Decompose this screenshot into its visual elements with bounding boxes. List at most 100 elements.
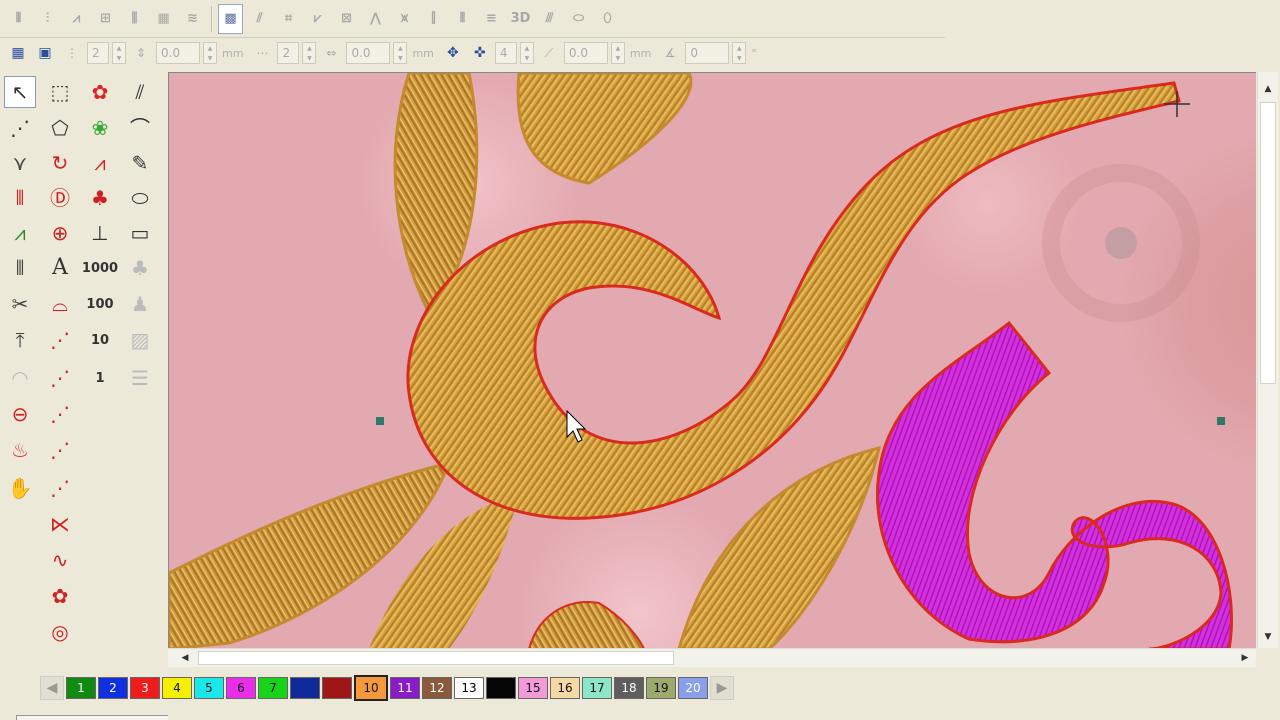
scroll-down-icon[interactable]: ▼ — [1259, 628, 1277, 646]
color-swatch-4[interactable]: 4 — [162, 677, 192, 699]
motif-run-icon[interactable]: ⋰ — [44, 472, 76, 504]
pattern-11-icon[interactable]: ⬭ — [566, 4, 591, 34]
reshape-icon[interactable]: ⬚ — [44, 76, 76, 108]
color-swatch-1[interactable]: 1 — [66, 677, 96, 699]
text-tool[interactable]: A — [44, 252, 76, 284]
stitch-cut-icon[interactable]: ⦀ — [4, 252, 36, 284]
flower-red-icon[interactable]: ✿ — [84, 76, 116, 108]
color-swatch-13[interactable]: 13 — [454, 677, 484, 699]
scale-1-tool[interactable]: 1 — [84, 362, 116, 394]
globe-icon[interactable]: ⊕ — [44, 217, 76, 249]
stitch-type-2-icon[interactable]: ⫶ — [35, 4, 60, 34]
horizontal-scrollbar[interactable]: ◀ ▶ — [168, 648, 1256, 667]
needle-icon[interactable]: ⊥ — [84, 217, 116, 249]
color-swatch-18[interactable]: 18 — [614, 677, 644, 699]
rotate-icon[interactable]: ↻ — [44, 147, 76, 179]
horizontal-scroll-thumb[interactable] — [198, 651, 674, 665]
color-swatch-7[interactable]: 7 — [258, 677, 288, 699]
run-count-spinner[interactable]: ▲ ▼ — [302, 42, 317, 64]
color-swatch-14[interactable]: 14 — [486, 677, 516, 699]
wave-run-icon[interactable]: ∿ — [44, 544, 76, 576]
color-swatch-16[interactable]: 16 — [550, 677, 580, 699]
move-all-icon[interactable]: ✜ — [468, 42, 492, 64]
color-swatch-3[interactable]: 3 — [130, 677, 160, 699]
triple-run-icon[interactable]: ⋰ — [44, 398, 76, 430]
color-swatch-17[interactable]: 17 — [582, 677, 612, 699]
selection-handle-right[interactable] — [1217, 417, 1225, 425]
hatch-icon[interactable]: ⫽ — [124, 76, 156, 108]
split-icon[interactable]: ⋎ — [4, 147, 36, 179]
run-stitch-icon[interactable]: ⋰ — [44, 362, 76, 394]
vertical-scrollbar[interactable]: ▲ ▼ — [1257, 72, 1278, 648]
grid-blue-icon[interactable]: ▦ — [6, 42, 30, 64]
stitch-type-5-icon[interactable]: ⫼ — [122, 4, 147, 34]
color-swatch-2[interactable]: 2 — [98, 677, 128, 699]
run-count-field[interactable]: 2 — [277, 42, 300, 64]
angle-field[interactable]: 0 — [685, 42, 730, 64]
flower-run-icon[interactable]: ✿ — [44, 580, 76, 612]
stitch-type-1-icon[interactable]: ⫴ — [6, 4, 31, 34]
run-length-spinner[interactable]: ▲ ▼ — [393, 42, 408, 64]
color-swatch-15[interactable]: 15 — [518, 677, 548, 699]
pattern-6-icon[interactable]: ⩙ — [392, 4, 417, 34]
grid-fill-icon[interactable]: ▦ — [151, 4, 176, 34]
density-field[interactable]: 2 — [87, 42, 109, 64]
offset-count-field[interactable]: 4 — [494, 42, 517, 64]
grid-blue-2-icon[interactable]: ▣ — [33, 42, 57, 64]
move-icon[interactable]: ✥ — [441, 42, 465, 64]
line-dots-icon[interactable]: ⋰ — [44, 324, 76, 356]
offset-count-spinner[interactable]: ▲ ▼ — [519, 42, 534, 64]
color-swatch-10[interactable]: 10 — [354, 675, 388, 701]
color-stitch-icon[interactable]: ⩘ — [4, 217, 36, 249]
design-canvas[interactable] — [168, 72, 1256, 648]
hand-icon[interactable]: ✋ — [4, 472, 36, 504]
ellipse-icon[interactable]: ⬭ — [124, 182, 156, 214]
align-icon[interactable]: ⤒ — [4, 324, 36, 356]
target-icon[interactable]: ◎ — [44, 616, 76, 648]
run-length-field[interactable]: 0.0 — [346, 42, 391, 64]
pattern-2-icon[interactable]: ⌗ — [276, 4, 301, 34]
spacing-field[interactable]: 0.0 — [156, 42, 200, 64]
scale-1000-tool[interactable]: 1000 — [82, 252, 118, 284]
stitch-edit-icon[interactable]: ⫴ — [4, 182, 36, 214]
stitch-type-4-icon[interactable]: ⊞ — [93, 4, 118, 34]
offset-field[interactable]: 0.0 — [563, 42, 608, 64]
color-swatch-11[interactable]: 11 — [390, 677, 420, 699]
scroll-left-icon[interactable]: ◀ — [176, 649, 194, 667]
angle-spinner[interactable]: ▲ ▼ — [732, 42, 747, 64]
scissors-icon[interactable]: ✂ — [4, 288, 36, 320]
selection-handle-left[interactable] — [376, 417, 384, 425]
scroll-right-icon[interactable]: ▶ — [1236, 649, 1254, 667]
spacing-spinner[interactable]: ▲ ▼ — [203, 42, 217, 64]
edit-icon[interactable]: ✎ — [124, 147, 156, 179]
node-edit-icon[interactable]: ⋰ — [4, 112, 36, 144]
paint-icon[interactable]: ♨ — [4, 434, 36, 466]
pattern-4-icon[interactable]: ⊠ — [334, 4, 359, 34]
pattern-7-icon[interactable]: ⫿ — [421, 4, 446, 34]
select-arrow-icon[interactable]: ↖ — [4, 76, 36, 108]
stitch-type-3-icon[interactable]: ⩘ — [64, 4, 89, 34]
pattern-12-icon[interactable]: ⬯ — [595, 4, 620, 34]
density-spinner[interactable]: ▲ ▼ — [112, 42, 126, 64]
pattern-8-icon[interactable]: ⦀ — [450, 4, 475, 34]
pattern-9-icon[interactable]: ≡ — [479, 4, 504, 34]
mirror-icon[interactable]: Ⓓ — [44, 182, 76, 214]
color-swatch-8[interactable]: 8 — [290, 677, 320, 699]
color-swatch-19[interactable]: 19 — [646, 677, 676, 699]
rectangle-icon[interactable]: ▭ — [124, 217, 156, 249]
vertical-scroll-thumb[interactable] — [1260, 102, 1276, 384]
shape-icon[interactable]: ⬠ — [44, 112, 76, 144]
color-swatch-6[interactable]: 6 — [226, 677, 256, 699]
active-fill-icon[interactable]: ▩ — [218, 3, 243, 34]
arc-icon[interactable]: ⌒ — [124, 112, 156, 144]
zigzag-icon[interactable]: ⋉ — [44, 508, 76, 540]
monogram-icon[interactable]: ⌓ — [44, 288, 76, 320]
color-swatch-5[interactable]: 5 — [194, 677, 224, 699]
loop-icon[interactable]: ⊖ — [4, 398, 36, 430]
color-swatch-9[interactable]: 9 — [322, 677, 352, 699]
pattern-1-icon[interactable]: ⫽ — [247, 4, 272, 34]
scroll-up-icon[interactable]: ▲ — [1259, 80, 1277, 98]
scale-10-tool[interactable]: 10 — [84, 324, 116, 356]
pattern-10-icon[interactable]: ⫻ — [537, 4, 562, 34]
offset-spinner[interactable]: ▲ ▼ — [610, 42, 625, 64]
